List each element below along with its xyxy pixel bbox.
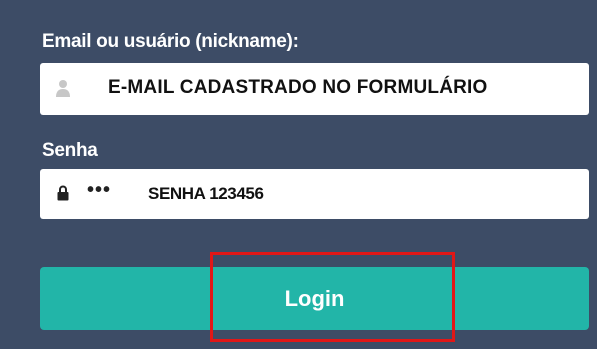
password-value: SENHA 123456 [148, 184, 264, 203]
password-label: Senha [42, 140, 98, 161]
login-panel: Email ou usuário (nickname): E-MAIL CADA… [0, 0, 597, 349]
email-value: E-MAIL CADASTRADO NO FORMULÁRIO [108, 77, 488, 98]
email-field[interactable]: E-MAIL CADASTRADO NO FORMULÁRIO [40, 63, 589, 115]
password-mask: ••• [87, 179, 112, 201]
email-label: Email ou usuário (nickname): [42, 31, 299, 52]
login-button[interactable]: Login [40, 267, 589, 330]
user-icon [56, 80, 70, 97]
password-field[interactable]: ••• SENHA 123456 [40, 169, 589, 219]
lock-icon [57, 185, 69, 201]
